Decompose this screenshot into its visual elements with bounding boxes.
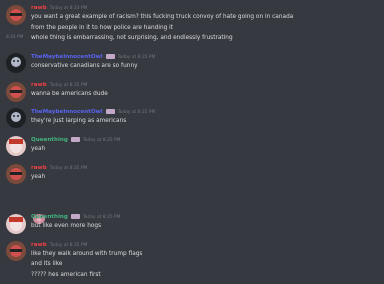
emoji-badge-icon xyxy=(70,136,80,142)
emoji-badge-icon xyxy=(70,213,80,219)
avatar[interactable] xyxy=(6,82,26,102)
message-timestamp: Today at 8:33 PM xyxy=(49,6,88,11)
message-text: but like even more hogs xyxy=(31,223,102,229)
message-text: they're just larping as americans xyxy=(31,118,127,124)
author-name[interactable]: Queenthing xyxy=(31,214,68,220)
chat-window: { "colors": { "rawb": "#ed4245", "maybe"… xyxy=(0,0,384,284)
avatar[interactable] xyxy=(6,241,26,261)
message-text: whole thing is embarrassing, not surpris… xyxy=(31,35,233,41)
message-timestamp: Today at 8:35 PM xyxy=(49,83,88,88)
author-name[interactable]: TheMaybeInnocentOwl xyxy=(31,109,103,115)
emoji-badge-icon xyxy=(105,108,115,114)
message-timestamp: Today at 8:35 PM xyxy=(82,138,121,143)
avatar[interactable] xyxy=(6,108,26,128)
author-name[interactable]: rawb xyxy=(31,242,47,248)
message-timestamp: Today at 8:35 PM xyxy=(82,215,121,220)
avatar[interactable] xyxy=(6,214,26,234)
message-text: from the people in it to how police are … xyxy=(31,25,174,31)
hover-timestamp: 8:34 PM xyxy=(6,35,24,40)
message-timestamp: Today at 8:35 PM xyxy=(117,55,156,60)
message-text: and its like xyxy=(31,261,63,267)
avatar[interactable] xyxy=(6,164,26,184)
author-name[interactable]: rawb xyxy=(31,82,47,88)
message-text: yeah xyxy=(31,174,46,180)
message-text: you want a great example of racism? this… xyxy=(31,14,294,20)
message-timestamp: Today at 8:35 PM xyxy=(49,243,88,248)
emoji-badge-icon xyxy=(105,53,115,59)
message-text: ????? hes american first xyxy=(31,272,101,278)
message-text: yeah xyxy=(31,146,46,152)
message-text: like they walk around with trump flags xyxy=(31,251,143,257)
author-name[interactable]: rawb xyxy=(31,5,47,11)
author-name[interactable]: Queenthing xyxy=(31,137,68,143)
message-timestamp: Today at 8:35 PM xyxy=(49,166,88,171)
author-name[interactable]: TheMaybeInnocentOwl xyxy=(31,54,103,60)
message-text: wanna be americans dude xyxy=(31,91,108,97)
avatar[interactable] xyxy=(6,53,26,73)
message-text: conservative canadians are so funny xyxy=(31,63,138,69)
author-name[interactable]: rawb xyxy=(31,165,47,171)
avatar[interactable] xyxy=(6,136,26,156)
message-timestamp: Today at 8:35 PM xyxy=(117,110,156,115)
avatar[interactable] xyxy=(6,5,26,25)
